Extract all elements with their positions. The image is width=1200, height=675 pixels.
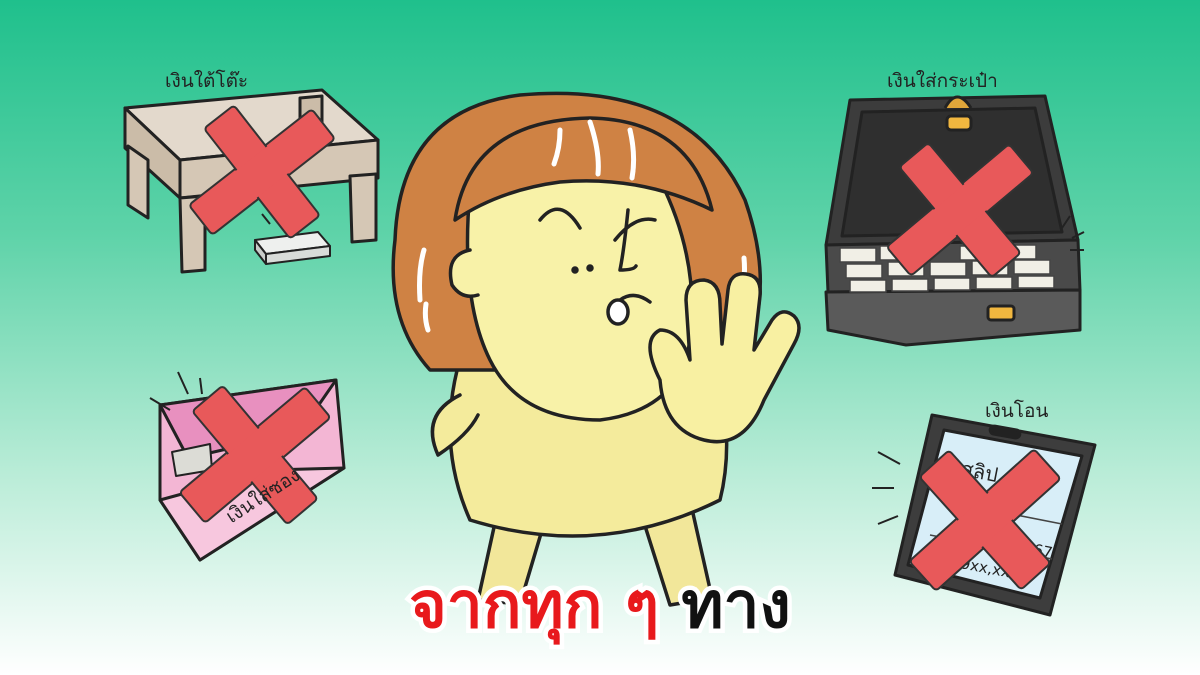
caption-black-part: ทาง <box>677 566 795 647</box>
girl-character <box>391 91 801 607</box>
label-briefcase-money: เงินใส่กระเป๋า <box>887 70 998 92</box>
label-under-table-money: เงินใต้โต๊ะ <box>165 70 249 92</box>
caption: จากทุก ๆ ทาง <box>0 566 1200 647</box>
illustration: สลิป 14 มค.67 9xx,xxx.- <box>0 0 1200 675</box>
label-transfer-money: เงินโอน <box>985 400 1049 422</box>
caption-red-part: จากทุก ๆ <box>405 566 664 647</box>
